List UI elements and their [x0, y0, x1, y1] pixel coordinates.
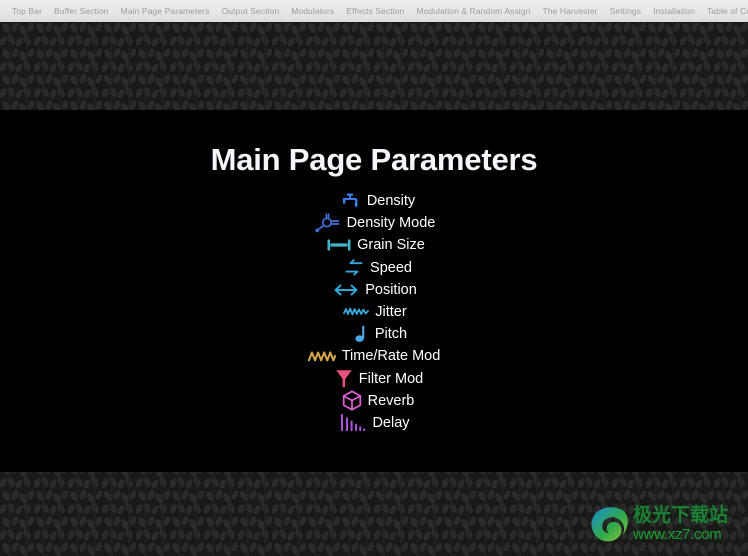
parameter-row-delay[interactable]: Delay: [0, 412, 748, 434]
decay-bars-icon: [338, 413, 372, 433]
parameter-row-pitch[interactable]: Pitch: [0, 323, 748, 345]
parameter-label: Position: [365, 281, 417, 298]
nav-item-modulators[interactable]: Modulators: [285, 0, 340, 22]
parameter-row-position[interactable]: Position: [0, 279, 748, 301]
nav-item-effects-section[interactable]: Effects Section: [340, 0, 410, 22]
page-title: Main Page Parameters: [210, 142, 538, 177]
parameter-row-filter-mod[interactable]: Filter Mod: [0, 368, 748, 390]
zigzag-wave-icon: [307, 346, 342, 366]
nav-item-top-bar[interactable]: Top Bar: [6, 0, 48, 22]
parameter-row-time-rate-mod[interactable]: Time/Rate Mod: [0, 345, 748, 367]
top-navigation-bar: Top Bar Buffer Section Main Page Paramet…: [0, 0, 748, 22]
parameter-row-grain-size[interactable]: Grain Size: [0, 234, 748, 256]
nav-item-main-page-parameters[interactable]: Main Page Parameters: [115, 0, 216, 22]
content-panel: Main Page Parameters Density Density Mod…: [0, 110, 748, 472]
parameter-label: Delay: [372, 414, 410, 431]
parameter-label: Speed: [370, 259, 412, 276]
nav-item-the-harvester[interactable]: The Harvester: [536, 0, 603, 22]
parameter-row-reverb[interactable]: Reverb: [0, 390, 748, 412]
spray-nozzle-icon: [313, 213, 347, 233]
swap-arrows-icon: [336, 258, 370, 278]
parameter-label: Filter Mod: [358, 370, 424, 387]
parameter-label: Grain Size: [357, 237, 425, 254]
funnel-icon: [325, 369, 359, 389]
nav-item-table-of-content[interactable]: Table of Content: [701, 0, 748, 22]
parameter-label: Reverb: [367, 392, 415, 409]
nav-item-modulation-random-assign[interactable]: Modulation & Random Assign: [410, 0, 536, 22]
wave-squiggle-icon: [341, 302, 375, 322]
parameter-label: Density: [366, 193, 416, 210]
left-right-arrow-icon: [331, 280, 365, 300]
cube-icon: [334, 390, 368, 411]
parameter-label: Jitter: [375, 304, 407, 321]
faucet-icon: [333, 191, 367, 211]
parameter-row-density-mode[interactable]: Density Mode: [0, 212, 748, 234]
parameter-label: Time/Rate Mod: [341, 348, 441, 365]
nav-item-settings[interactable]: Settings: [604, 0, 648, 22]
width-measure-icon: [323, 235, 357, 255]
parameter-label: Pitch: [374, 326, 408, 343]
nav-item-buffer-section[interactable]: Buffer Section: [48, 0, 115, 22]
nav-item-output-section[interactable]: Output Section: [216, 0, 286, 22]
parameter-row-speed[interactable]: Speed: [0, 257, 748, 279]
music-note-icon: [341, 324, 375, 344]
nav-item-installation[interactable]: Installation: [647, 0, 701, 22]
parameter-label: Density Mode: [346, 215, 436, 232]
parameter-row-jitter[interactable]: Jitter: [0, 301, 748, 323]
parameter-row-density[interactable]: Density: [0, 190, 748, 212]
parameter-list: Density Density Mode Grain Size Speed Po…: [0, 190, 748, 434]
